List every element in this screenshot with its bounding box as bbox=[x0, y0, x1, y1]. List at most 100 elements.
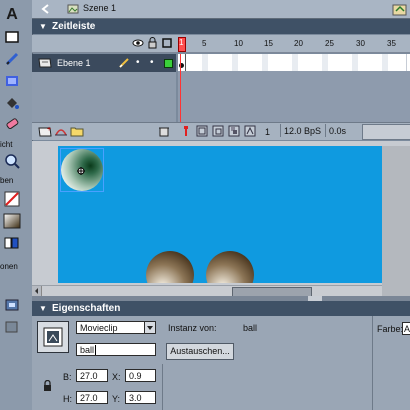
tools-panel: A icht ben onen bbox=[0, 0, 33, 410]
stroke-color-none-icon[interactable] bbox=[2, 190, 22, 208]
show-hide-layers-icon[interactable] bbox=[132, 38, 144, 48]
timeline-panel-header[interactable]: ▼ Zeitleiste bbox=[32, 19, 410, 34]
delete-layer-trash-icon[interactable] bbox=[158, 125, 170, 137]
width-value: 27.0 bbox=[80, 371, 98, 381]
layer-type-icon bbox=[38, 57, 52, 69]
add-guide-layer-icon[interactable] bbox=[54, 125, 68, 137]
constrain-lock-icon[interactable] bbox=[42, 380, 52, 392]
color-label: Farbe: bbox=[377, 324, 404, 334]
scene-name: Szene 1 bbox=[83, 3, 117, 13]
swap-symbol-button[interactable]: Austauschen... bbox=[166, 343, 234, 360]
registration-point-icon bbox=[77, 167, 85, 175]
center-frame-icon[interactable] bbox=[181, 125, 191, 137]
symbol-type-value: Movieclip bbox=[80, 323, 118, 333]
frame-rate-readout: 12.0 BpS bbox=[284, 126, 322, 136]
width-input[interactable]: 27.0 bbox=[76, 369, 108, 382]
stage[interactable] bbox=[58, 146, 382, 283]
scene-icon bbox=[66, 2, 80, 16]
properties-title: Eigenschaften bbox=[52, 303, 121, 314]
elapsed-time-readout: 0.0s bbox=[329, 126, 347, 136]
layer-visible-dot[interactable]: • bbox=[136, 57, 140, 68]
zoom-tool-icon[interactable] bbox=[2, 152, 22, 170]
swap-colors-icon[interactable] bbox=[2, 234, 22, 252]
ruler-frame-25: 25 bbox=[325, 39, 334, 48]
edit-multiple-frames-icon[interactable] bbox=[228, 125, 240, 137]
ruler-frame-35: 35 bbox=[387, 39, 396, 48]
movieclip-symbol-icon bbox=[37, 321, 69, 353]
ruler-frame-20: 20 bbox=[294, 39, 303, 48]
onion-skin-outlines-icon[interactable] bbox=[212, 125, 224, 137]
instance-of-label: Instanz von: bbox=[168, 323, 217, 333]
layer-lock-dot[interactable]: • bbox=[150, 57, 154, 68]
layer-outline-color-swatch[interactable] bbox=[164, 59, 173, 68]
playhead-line bbox=[180, 54, 181, 122]
x-label: X: bbox=[112, 372, 121, 382]
dropdown-arrow-icon[interactable] bbox=[144, 321, 156, 334]
ball-instance[interactable] bbox=[206, 251, 254, 283]
instance-of-value: ball bbox=[243, 323, 258, 333]
width-label: B: bbox=[63, 372, 72, 382]
outline-layers-icon[interactable] bbox=[162, 38, 172, 48]
height-label: H: bbox=[63, 394, 72, 404]
eraser-tool-icon[interactable] bbox=[2, 114, 22, 132]
snap-magnet-icon[interactable] bbox=[2, 296, 22, 314]
back-arrow-icon[interactable] bbox=[40, 3, 50, 15]
timeline-hscroll[interactable] bbox=[362, 124, 410, 140]
ruler-frame-1: 1 bbox=[179, 38, 184, 47]
ball-instance[interactable] bbox=[146, 251, 194, 283]
frame-cell[interactable] bbox=[400, 54, 407, 71]
current-frame-readout: 1 bbox=[265, 127, 271, 137]
pencil-tool-icon[interactable] bbox=[2, 50, 22, 68]
collapse-arrow-icon[interactable]: ▼ bbox=[39, 19, 47, 34]
smooth-option-icon[interactable] bbox=[2, 318, 22, 336]
layer-pencil-icon[interactable] bbox=[118, 57, 130, 69]
properties-panel: Movieclip ball Instanz von: ball Austaus… bbox=[32, 316, 410, 410]
rectangle-tool-icon[interactable] bbox=[2, 28, 22, 46]
layer-row[interactable]: Ebene 1 • • bbox=[32, 54, 176, 72]
layer-list-empty-area bbox=[32, 72, 176, 122]
ruler-frame-30: 30 bbox=[356, 39, 365, 48]
fill-color-gradient-icon[interactable] bbox=[2, 212, 22, 230]
instance-name-input[interactable]: ball bbox=[76, 343, 156, 356]
lock-layers-icon[interactable] bbox=[147, 37, 157, 49]
scene-bar: Szene 1 bbox=[32, 0, 410, 19]
properties-panel-header[interactable]: ▼ Eigenschaften bbox=[32, 301, 410, 316]
scroll-left-arrow-icon[interactable] bbox=[32, 286, 42, 296]
tools-colors-label: ben bbox=[0, 176, 14, 185]
modify-onion-markers-icon[interactable] bbox=[244, 125, 256, 137]
color-effect-value: A bbox=[404, 324, 410, 334]
height-input[interactable]: 27.0 bbox=[76, 391, 108, 404]
frame-rate-box: 12.0 BpS bbox=[280, 124, 326, 137]
ruler-frame-15: 15 bbox=[264, 39, 273, 48]
x-value: 0.9 bbox=[129, 371, 142, 381]
timeline-ruler-row: 1 5 10 15 20 25 30 35 bbox=[32, 35, 410, 53]
text-tool-icon[interactable]: A bbox=[2, 6, 22, 24]
onion-skin-icon[interactable] bbox=[196, 125, 208, 137]
frames-area[interactable] bbox=[178, 54, 410, 122]
tools-view-label: icht bbox=[0, 140, 13, 149]
stage-vertical-scrollbar[interactable] bbox=[382, 146, 410, 296]
color-effect-select[interactable]: A bbox=[402, 322, 410, 335]
svg-text:+: + bbox=[47, 126, 51, 133]
paint-bucket-tool-icon[interactable] bbox=[2, 94, 22, 112]
collapse-arrow-icon[interactable]: ▼ bbox=[39, 301, 47, 316]
tools-options-label: onen bbox=[0, 262, 18, 271]
y-label: Y: bbox=[112, 394, 121, 404]
y-input[interactable]: 3.0 bbox=[125, 391, 156, 404]
ruler-frame-10: 10 bbox=[234, 39, 243, 48]
divider bbox=[162, 364, 163, 410]
instance-name-value: ball bbox=[80, 345, 95, 355]
frame-row[interactable] bbox=[178, 54, 410, 71]
add-folder-icon[interactable] bbox=[70, 125, 84, 137]
divider bbox=[372, 316, 373, 410]
x-input[interactable]: 0.9 bbox=[125, 369, 156, 382]
ruler-frame-5: 5 bbox=[202, 39, 207, 48]
timeline-title: Zeitleiste bbox=[52, 21, 96, 32]
edit-scene-icon[interactable] bbox=[392, 1, 408, 17]
timeline-status-bar: + 1 12.0 BpS 0.0s bbox=[32, 122, 410, 140]
add-layer-icon[interactable]: + bbox=[38, 125, 52, 137]
y-value: 3.0 bbox=[129, 393, 142, 403]
height-value: 27.0 bbox=[80, 393, 98, 403]
layer-name: Ebene 1 bbox=[57, 58, 91, 68]
fill-transform-tool-icon[interactable] bbox=[2, 72, 22, 90]
